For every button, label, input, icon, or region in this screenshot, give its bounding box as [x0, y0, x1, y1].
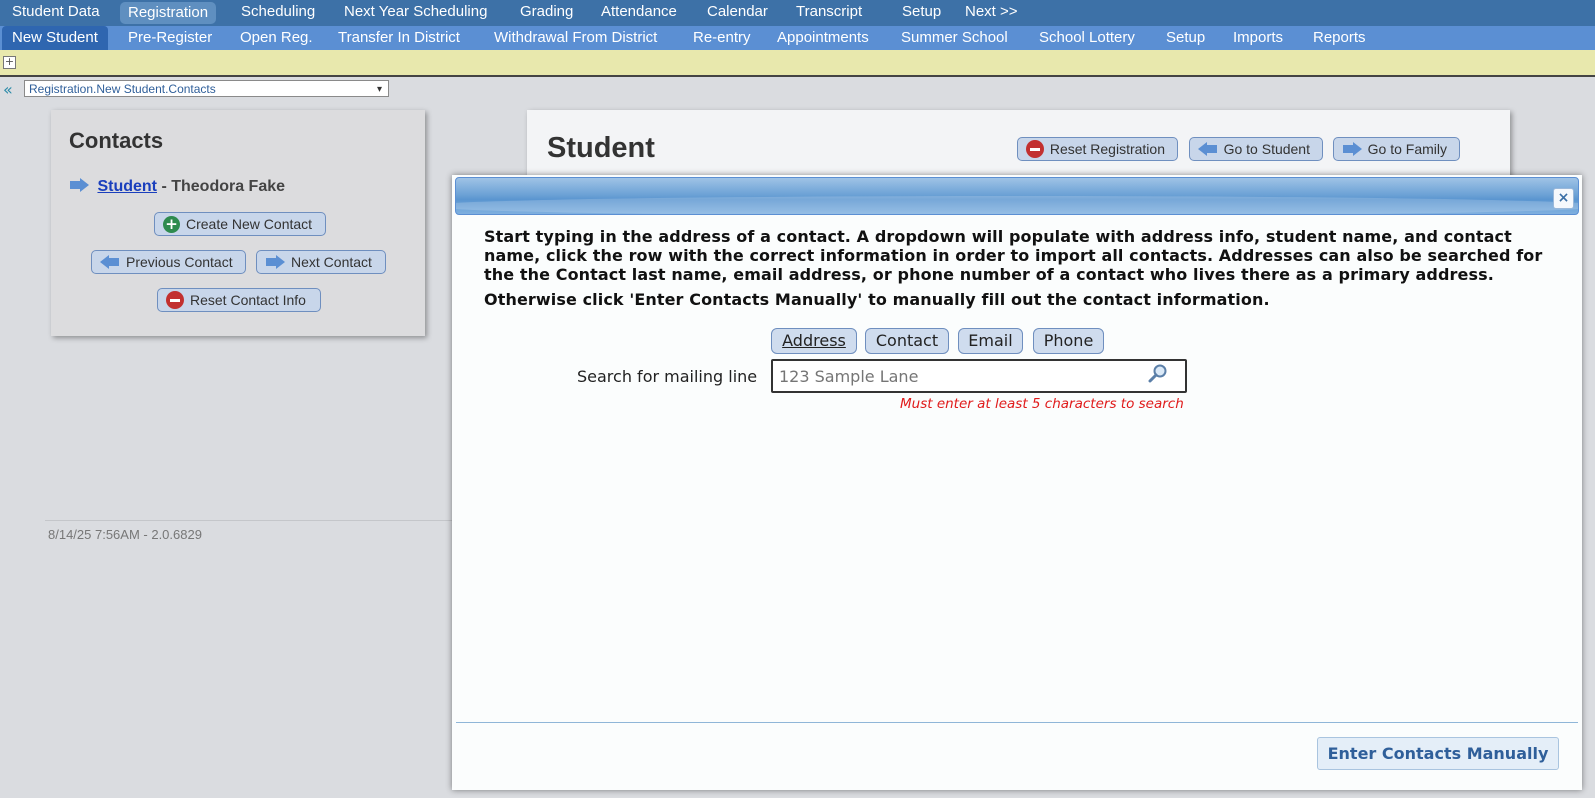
create-new-contact-button[interactable]: + Create New Contact [154, 212, 326, 236]
reset-contact-info-label: Reset Contact Info [190, 292, 306, 308]
instructions-text-2: Otherwise click 'Enter Contacts Manually… [484, 290, 1270, 309]
notification-bar: + [0, 50, 1595, 77]
contacts-title: Contacts [69, 128, 164, 153]
subnav-summer-school[interactable]: Summer School [901, 26, 1008, 50]
subnav-open-reg[interactable]: Open Reg. [240, 26, 313, 50]
nav-transcript[interactable]: Transcript [796, 0, 862, 24]
arrow-left-icon [100, 255, 120, 269]
search-hint: Must enter at least 5 characters to sear… [900, 396, 1184, 412]
arrow-right-icon [1342, 142, 1362, 156]
mailing-line-search-input[interactable] [771, 359, 1187, 393]
nav-calendar[interactable]: Calendar [707, 0, 768, 24]
student-entry: Student - Theodora Fake [69, 178, 285, 196]
page-path-select[interactable]: Registration.New Student.Contacts ▾ [24, 80, 389, 97]
arrow-right-icon [69, 178, 89, 192]
nav-student-data[interactable]: Student Data [12, 0, 100, 24]
nav-setup[interactable]: Setup [902, 0, 941, 24]
next-contact-button[interactable]: Next Contact [256, 250, 386, 274]
tab-phone[interactable]: Phone [1033, 328, 1104, 354]
collapse-sidebar-icon[interactable]: « [3, 80, 13, 99]
go-to-family-label: Go to Family [1367, 141, 1447, 157]
footer-divider [45, 520, 457, 521]
nav-attendance[interactable]: Attendance [601, 0, 677, 24]
nav-next[interactable]: Next >> [965, 0, 1018, 24]
student-name: - Theodora Fake [157, 178, 286, 195]
version-text: 8/14/25 7:56AM - 2.0.6829 [48, 527, 202, 542]
go-to-family-button[interactable]: Go to Family [1333, 137, 1460, 161]
header-decoration [456, 196, 1578, 214]
create-new-contact-label: Create New Contact [186, 216, 313, 232]
instructions-text-1: Start typing in the address of a contact… [484, 227, 1543, 284]
subnav-pre-register[interactable]: Pre-Register [128, 26, 212, 50]
dialog-instructions: Start typing in the address of a contact… [484, 227, 1544, 315]
enter-contacts-manually-button[interactable]: Enter Contacts Manually [1317, 737, 1559, 770]
tab-contact[interactable]: Contact [865, 328, 949, 354]
expand-icon[interactable]: + [3, 56, 16, 69]
contacts-panel: Contacts Student - Theodora Fake + Creat… [51, 110, 425, 336]
reset-contact-info-button[interactable]: Reset Contact Info [157, 288, 321, 312]
minus-icon [166, 291, 184, 309]
arrow-right-icon [265, 255, 285, 269]
subnav-withdrawal-from-district[interactable]: Withdrawal From District [494, 26, 657, 50]
arrow-left-icon [1198, 142, 1218, 156]
nav-scheduling[interactable]: Scheduling [241, 0, 315, 24]
top-nav: Student Data Registration Scheduling Nex… [0, 0, 1595, 26]
sub-nav: New Student Pre-Register Open Reg. Trans… [0, 26, 1595, 50]
previous-contact-button[interactable]: Previous Contact [91, 250, 246, 274]
search-label: Search for mailing line [577, 367, 758, 386]
minus-icon [1026, 140, 1044, 158]
nav-grading[interactable]: Grading [520, 0, 573, 24]
tab-email[interactable]: Email [958, 328, 1023, 354]
plus-icon: + [163, 215, 180, 233]
dialog-header[interactable]: × [455, 177, 1579, 215]
student-link[interactable]: Student [97, 178, 157, 195]
subnav-appointments[interactable]: Appointments [777, 26, 869, 50]
go-to-student-label: Go to Student [1223, 141, 1310, 157]
subnav-re-entry[interactable]: Re-entry [693, 26, 751, 50]
reset-registration-label: Reset Registration [1049, 141, 1165, 157]
next-contact-label: Next Contact [291, 254, 372, 270]
subnav-reports[interactable]: Reports [1313, 26, 1366, 50]
dialog-divider [456, 722, 1578, 723]
subnav-school-lottery[interactable]: School Lottery [1039, 26, 1135, 50]
subnav-setup[interactable]: Setup [1166, 26, 1205, 50]
chevron-down-icon: ▾ [376, 84, 382, 95]
page-path-value: Registration.New Student.Contacts [29, 82, 216, 96]
contact-search-dialog: × Start typing in the address of a conta… [452, 175, 1582, 790]
subnav-imports[interactable]: Imports [1233, 26, 1283, 50]
subnav-transfer-in-district[interactable]: Transfer In District [338, 26, 460, 50]
subnav-new-student[interactable]: New Student [2, 26, 108, 50]
go-to-student-button[interactable]: Go to Student [1189, 137, 1323, 161]
student-panel-title: Student [547, 132, 655, 164]
tab-address[interactable]: Address [771, 328, 857, 354]
reset-registration-button[interactable]: Reset Registration [1017, 137, 1178, 161]
nav-next-year-scheduling[interactable]: Next Year Scheduling [344, 0, 487, 24]
nav-registration[interactable]: Registration [120, 2, 217, 24]
previous-contact-label: Previous Contact [126, 254, 233, 270]
close-icon[interactable]: × [1553, 188, 1574, 209]
